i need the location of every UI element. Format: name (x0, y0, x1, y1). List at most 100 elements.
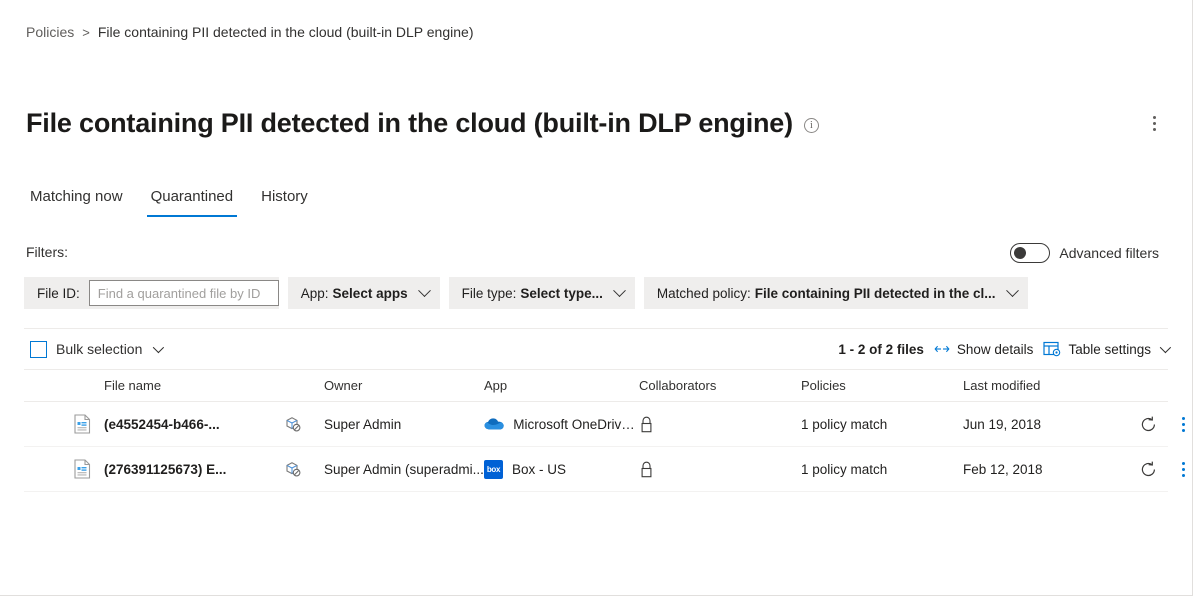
owner-cell: Super Admin (324, 417, 484, 432)
kebab-dot (1182, 429, 1185, 432)
external-user-icon (284, 460, 302, 478)
filter-bar: File ID: App: Select apps File type: Sel… (24, 277, 1028, 309)
kebab-dot (1182, 462, 1185, 465)
kebab-dot (1182, 474, 1185, 477)
owner-type-icon-cell (284, 415, 324, 433)
column-header-policies[interactable]: Policies (801, 378, 963, 393)
row-more-actions-button[interactable] (1172, 457, 1193, 481)
file-id-filter: File ID: (24, 277, 279, 309)
file-name-cell: (e4552454-b466-... (104, 417, 284, 432)
owner-text: Super Admin (324, 417, 484, 432)
bulk-selection-label: Bulk selection (56, 341, 142, 357)
matched-policy-filter-dropdown[interactable]: Matched policy: File containing PII dete… (644, 277, 1028, 309)
file-type-filter-value: Select type... (520, 286, 603, 301)
last-modified-text: Jun 19, 2018 (963, 417, 1139, 432)
file-id-input[interactable] (89, 280, 279, 306)
advanced-filters-toggle[interactable] (1010, 243, 1050, 263)
table-settings-label: Table settings (1068, 342, 1151, 357)
app-cell: box Box - US (484, 460, 639, 479)
app-filter-dropdown[interactable]: App: Select apps (288, 277, 440, 309)
chevron-down-icon (153, 342, 164, 353)
bulk-selection-control[interactable]: Bulk selection (24, 341, 161, 358)
policies-cell: 1 policy match (801, 417, 963, 432)
chevron-down-icon (1006, 284, 1019, 297)
row-actions-cell (1139, 457, 1193, 481)
last-modified-cell: Feb 12, 2018 (963, 462, 1139, 477)
column-header-last-modified[interactable]: Last modified (963, 378, 1139, 393)
file-count-label: 1 - 2 of 2 files (838, 342, 924, 357)
app-cell: Microsoft OneDrive ... (484, 417, 639, 432)
quarantined-files-table: File name Owner App Collaborators Polici… (24, 370, 1168, 492)
kebab-dot (1182, 423, 1185, 426)
matched-policy-filter-label: Matched policy: (657, 286, 751, 301)
tab-history[interactable]: History (257, 188, 312, 217)
restore-button[interactable] (1139, 415, 1158, 434)
onedrive-cloud-icon (484, 417, 504, 431)
table-settings-icon (1043, 341, 1061, 357)
column-header-owner[interactable]: Owner (324, 378, 484, 393)
filters-label: Filters: (26, 244, 68, 260)
show-details-label: Show details (957, 342, 1034, 357)
policies-text: 1 policy match (801, 417, 963, 432)
table-toolbar: Bulk selection 1 - 2 of 2 files Show det… (24, 328, 1168, 370)
restore-icon (1139, 415, 1158, 434)
advanced-filters-label: Advanced filters (1059, 245, 1159, 261)
collaborators-cell (639, 415, 801, 434)
toggle-knob (1014, 247, 1026, 259)
page-title: File containing PII detected in the clou… (26, 108, 793, 139)
file-name-text[interactable]: (e4552454-b466-... (104, 417, 284, 432)
restore-button[interactable] (1139, 460, 1158, 479)
page-more-actions-button[interactable] (1140, 110, 1168, 138)
kebab-dot (1153, 116, 1156, 119)
file-type-icon-cell (60, 459, 104, 479)
file-name-cell: (276391125673) E... (104, 462, 284, 477)
document-icon (74, 459, 91, 479)
chevron-down-icon (613, 284, 626, 297)
row-actions-cell (1139, 412, 1193, 436)
lock-icon (639, 460, 654, 479)
app-filter-value: Select apps (333, 286, 408, 301)
file-id-label: File ID: (37, 286, 80, 301)
row-more-actions-button[interactable] (1172, 412, 1193, 436)
table-row[interactable]: (276391125673) E... Super Admin (superad… (24, 447, 1168, 492)
bulk-selection-checkbox[interactable] (30, 341, 47, 358)
app-name-text: Box - US (512, 462, 566, 477)
tab-list: Matching now Quarantined History (26, 188, 312, 217)
column-header-app[interactable]: App (484, 378, 639, 393)
chevron-down-icon (418, 284, 431, 297)
file-type-filter-dropdown[interactable]: File type: Select type... (449, 277, 635, 309)
lock-icon (639, 415, 654, 434)
kebab-dot (1153, 122, 1156, 125)
page-header: File containing PII detected in the clou… (26, 108, 1168, 139)
column-header-file-name[interactable]: File name (104, 378, 284, 393)
table-settings-button[interactable]: Table settings (1043, 341, 1168, 357)
owner-cell: Super Admin (superadmi... (324, 462, 484, 477)
quarantined-files-page: Policies > File containing PII detected … (0, 0, 1193, 596)
restore-icon (1139, 460, 1158, 479)
show-details-button[interactable]: Show details (934, 342, 1034, 357)
policies-text: 1 policy match (801, 462, 963, 477)
toolbar-right-group: 1 - 2 of 2 files Show details (838, 341, 1168, 357)
file-type-icon-cell (60, 414, 104, 434)
breadcrumb-current-item: File containing PII detected in the clou… (98, 24, 474, 40)
column-header-collaborators[interactable]: Collaborators (639, 378, 801, 393)
kebab-dot (1153, 128, 1156, 131)
advanced-filters-control: Advanced filters (1010, 243, 1159, 263)
chevron-down-icon (1160, 342, 1171, 353)
external-user-icon (284, 415, 302, 433)
last-modified-text: Feb 12, 2018 (963, 462, 1139, 477)
kebab-dot (1182, 417, 1185, 420)
matched-policy-filter-value: File containing PII detected in the cl..… (755, 286, 996, 301)
collaborators-cell (639, 460, 801, 479)
table-header-row: File name Owner App Collaborators Polici… (24, 370, 1168, 402)
breadcrumb-policies-link[interactable]: Policies (26, 24, 74, 40)
document-icon (74, 414, 91, 434)
file-type-filter-label: File type: (462, 286, 517, 301)
file-name-text[interactable]: (276391125673) E... (104, 462, 284, 477)
expand-arrows-icon (934, 343, 950, 355)
tab-quarantined[interactable]: Quarantined (147, 188, 238, 217)
table-row[interactable]: (e4552454-b466-... Super Admin (24, 402, 1168, 447)
info-icon[interactable]: i (804, 118, 819, 133)
kebab-dot (1182, 468, 1185, 471)
tab-matching-now[interactable]: Matching now (26, 188, 127, 217)
